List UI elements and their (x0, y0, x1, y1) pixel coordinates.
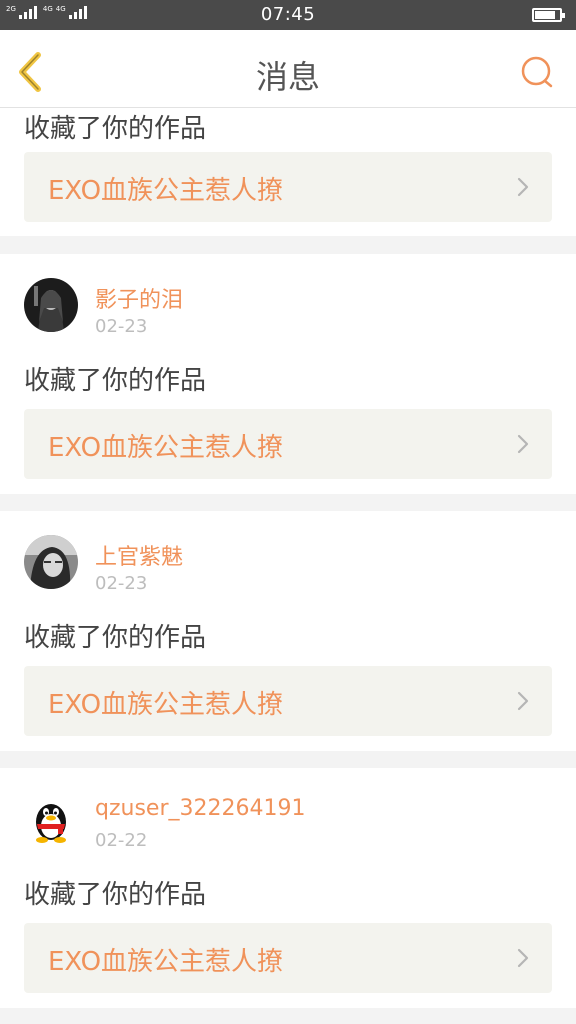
header: 消息 (0, 30, 576, 108)
avatar[interactable] (24, 535, 78, 589)
message-list[interactable]: 收藏了你的作品 EXO血族公主惹人撩 影子的泪 02-23 收藏了你的作品 EX… (0, 108, 576, 1024)
battery-icon (532, 8, 565, 22)
work-title: EXO血族公主惹人撩 (48, 433, 284, 463)
work-title: EXO血族公主惹人撩 (48, 176, 284, 206)
status-time: 07:45 (260, 4, 316, 25)
work-link[interactable]: EXO血族公主惹人撩 (24, 152, 552, 222)
work-title: EXO血族公主惹人撩 (48, 947, 284, 977)
action-text: 收藏了你的作品 (24, 114, 207, 144)
message-date: 02-23 (95, 573, 148, 594)
message-card: qzuser_322264191 02-22 收藏了你的作品 EXO血族公主惹人… (0, 768, 576, 1008)
work-link[interactable]: EXO血族公主惹人撩 (24, 409, 552, 479)
work-title: EXO血族公主惹人撩 (48, 690, 284, 720)
message-date: 02-23 (95, 316, 148, 337)
username[interactable]: 影子的泪 (95, 282, 183, 314)
search-button[interactable] (520, 55, 554, 89)
status-bar: 2G 4G 4G 07:45 (0, 0, 576, 30)
avatar[interactable] (24, 792, 78, 846)
user-avatar-image (24, 278, 78, 332)
battery-fill (535, 11, 556, 19)
avatar[interactable] (24, 278, 78, 332)
user-avatar-image (24, 535, 78, 589)
action-text: 收藏了你的作品 (24, 880, 207, 910)
message-card: 收藏了你的作品 EXO血族公主惹人撩 (0, 108, 576, 236)
qq-penguin-icon (24, 792, 78, 846)
message-date: 02-22 (95, 830, 148, 851)
username[interactable]: 上官紫魅 (95, 539, 183, 571)
work-link[interactable]: EXO血族公主惹人撩 (24, 923, 552, 993)
search-icon (521, 56, 553, 88)
chevron-right-icon (517, 691, 529, 711)
chevron-right-icon (517, 948, 529, 968)
action-text: 收藏了你的作品 (24, 366, 207, 396)
action-text: 收藏了你的作品 (24, 623, 207, 653)
chevron-right-icon (517, 434, 529, 454)
page-title: 消息 (255, 58, 320, 96)
work-link[interactable]: EXO血族公主惹人撩 (24, 666, 552, 736)
message-card: 影子的泪 02-23 收藏了你的作品 EXO血族公主惹人撩 (0, 254, 576, 494)
username[interactable]: qzuser_322264191 (95, 796, 305, 821)
chevron-right-icon (517, 177, 529, 197)
message-card: 上官紫魅 02-23 收藏了你的作品 EXO血族公主惹人撩 (0, 511, 576, 751)
